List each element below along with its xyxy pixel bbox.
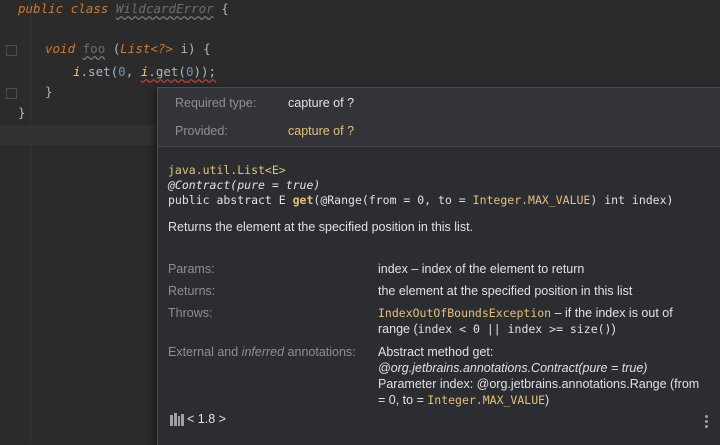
returns-value: the element at the specified position in… <box>378 284 633 298</box>
method-name: foo <box>82 41 106 56</box>
required-type-label: Required type: <box>175 96 257 110</box>
code-line-2[interactable]: void foo (List<?> i) { <box>45 40 211 58</box>
params-value: index – index of the element to return <box>378 262 585 276</box>
brace: { <box>213 1 229 16</box>
throws-code: index < 0 || index >= size() <box>417 322 612 336</box>
annotations-label: External and inferred annotations: <box>168 345 356 359</box>
variable: i <box>73 64 81 79</box>
library-icon <box>170 413 184 426</box>
max-value-link[interactable]: Integer.MAX_VALUE <box>473 193 591 207</box>
contract-text: ) <box>313 178 321 192</box>
code-line-4[interactable]: } <box>45 83 53 101</box>
keyword: void <box>45 41 76 56</box>
signature-contract: @Contract(pure = true) <box>168 178 320 193</box>
paren: )); <box>193 64 217 79</box>
signature-class[interactable]: java.util.List<E> <box>168 163 286 178</box>
returns-label: Returns: <box>168 284 216 298</box>
provided-value: capture of ? <box>288 124 355 138</box>
sdk-version-link[interactable]: < 1.8 > <box>187 412 226 426</box>
documentation-popup[interactable]: Required type: capture of ? Provided: ca… <box>157 87 720 445</box>
code-line-5[interactable]: } <box>18 104 26 122</box>
keyword: class <box>70 1 109 16</box>
divider <box>158 146 720 147</box>
label-text: External and <box>168 345 242 359</box>
annotation-text: ) <box>545 393 550 407</box>
method-description: Returns the element at the specified pos… <box>168 220 474 234</box>
throws-label: Throws: <box>168 306 213 320</box>
paren: ( <box>105 41 121 56</box>
class-name: WildcardError <box>115 1 214 16</box>
throws-text: ) <box>611 322 616 336</box>
comma: , <box>125 64 141 79</box>
code-line-1[interactable]: public class WildcardError { <box>18 0 229 18</box>
provided-label: Provided: <box>175 124 228 138</box>
decl-text: ) int index) <box>590 193 674 207</box>
method-call: .get( <box>148 64 186 79</box>
number-literal: 0 <box>118 64 126 79</box>
fold-marker-icon[interactable] <box>6 45 17 56</box>
decl-text: (@Range(from = 0, to = <box>313 193 473 207</box>
annotation-line-2: Parameter index: @org.jetbrains.annotati… <box>378 376 708 408</box>
more-vertical-icon[interactable] <box>705 415 709 429</box>
contract-value: true <box>285 178 314 192</box>
max-value-link[interactable]: Integer.MAX_VALUE <box>427 393 545 407</box>
label-text: inferred <box>241 345 285 359</box>
exception-link[interactable]: IndexOutOfBoundsException <box>378 306 551 320</box>
annotation-text: Abstract method get: <box>378 345 494 359</box>
annotation-italic: @org.jetbrains.annotations.Contract(pure… <box>378 361 648 375</box>
code-line-3[interactable]: i.set(0, i.get(0)); <box>73 63 216 81</box>
gutter-divider <box>30 0 31 444</box>
decl-text: public abstract E <box>168 193 293 207</box>
label-text: annotations: <box>284 345 356 359</box>
param-type: List<?> <box>120 41 173 56</box>
method-call: .set( <box>80 64 119 79</box>
param-name: i) { <box>172 41 211 56</box>
required-type-value: capture of ? <box>288 96 355 110</box>
class-link: java.util.List<E> <box>168 163 286 177</box>
method-name: get <box>292 193 314 207</box>
annotations-value: Abstract method get: @org.jetbrains.anno… <box>378 344 708 408</box>
keyword: public <box>18 1 64 16</box>
fold-marker-icon[interactable] <box>6 88 17 99</box>
params-label: Params: <box>168 262 215 276</box>
throws-value: IndexOutOfBoundsException – if the index… <box>378 305 708 337</box>
contract-text: @Contract(pure = <box>168 178 286 192</box>
signature-declaration: public abstract E get(@Range(from = 0, t… <box>168 193 673 208</box>
annotation-line-1: Abstract method get: @org.jetbrains.anno… <box>378 344 708 376</box>
